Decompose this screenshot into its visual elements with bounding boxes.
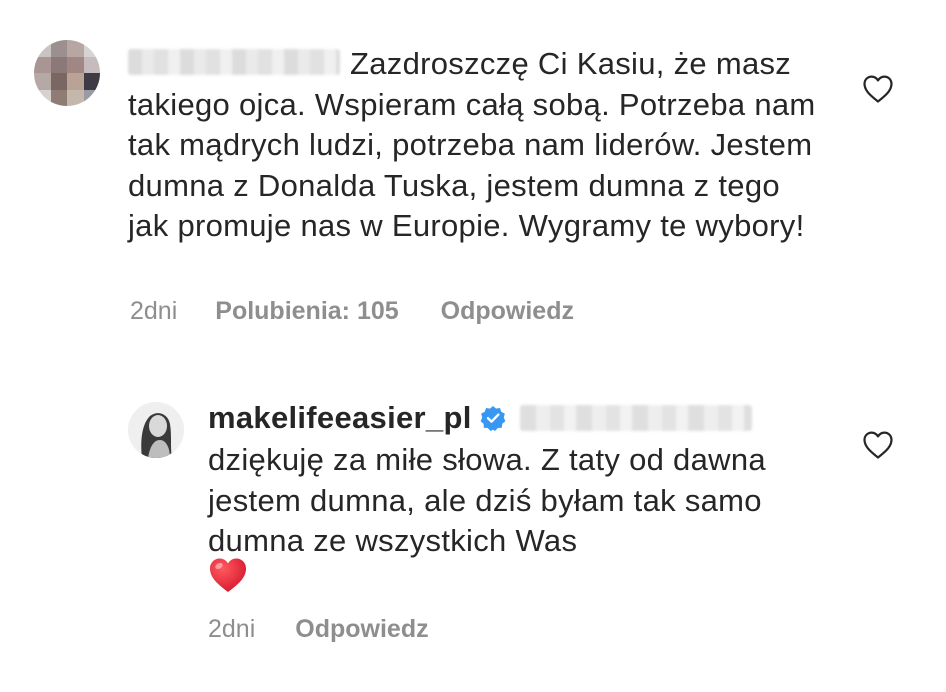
comment-2-time: 2dni <box>208 615 256 643</box>
comment-2-meta: 2dni Odpowiedz <box>208 615 429 644</box>
comment-2-text: dziękuję za miłe słowa. Z taty od dawna … <box>208 442 766 558</box>
comment-1-username-blurred[interactable] <box>128 48 340 75</box>
comment-1-time: 2dni <box>130 297 178 325</box>
comment-1-avatar[interactable] <box>34 40 100 106</box>
comment-1-text: Zazdroszczę Ci Kasiu, że masz takiego oj… <box>128 46 816 243</box>
comment-2-username[interactable]: makelifeeasier_pl <box>208 400 472 436</box>
comment-1-body: Zazdroszczę Ci Kasiu, że masz takiego oj… <box>128 44 828 247</box>
comment-1-like-heart-icon[interactable] <box>862 74 894 104</box>
comment-2-reply-button[interactable]: Odpowiedz <box>295 615 428 644</box>
red-heart-emoji-icon <box>210 558 246 592</box>
verified-badge-icon <box>480 406 506 431</box>
comment-2-like-heart-icon[interactable] <box>862 430 894 460</box>
comment-1-meta: 2dni Polubienia: 105 Odpowiedz <box>130 297 574 326</box>
comment-2-mention-blurred[interactable] <box>519 405 752 431</box>
comment-1-likes-count[interactable]: Polubienia: 105 <box>215 297 398 326</box>
comment-1-reply-button[interactable]: Odpowiedz <box>441 297 574 326</box>
comment-2-username-row: makelifeeasier_pl <box>208 400 752 436</box>
comment-2-avatar[interactable] <box>128 402 184 458</box>
